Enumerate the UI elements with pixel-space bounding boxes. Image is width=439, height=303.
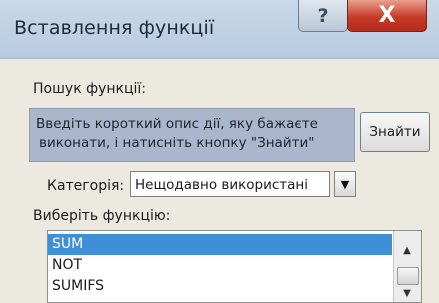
category-label: Категорія: [47,178,125,194]
choose-function-label: Виберіть функцію: [33,208,171,224]
function-item-not[interactable]: NOT [48,255,392,276]
scroll-down-arrow-icon[interactable]: ▼ [397,286,417,300]
function-item-sumifs[interactable]: SUMIFS [48,276,392,297]
search-input[interactable]: Введіть короткий опис дії, яку бажаєте в… [29,108,355,162]
category-select[interactable]: Нещодавно використані [130,171,330,197]
scroll-thumb[interactable] [397,267,419,285]
help-button[interactable]: ? [298,0,348,32]
find-button[interactable]: Знайти [360,112,430,152]
search-text-line-1: Введіть короткий опис дії, яку бажаєте [36,116,318,132]
function-list[interactable]: SUM NOT SUMIFS ▲ ▼ [47,230,422,303]
search-label: Пошук функції: [33,81,146,97]
help-icon: ? [317,4,329,27]
function-item-sum[interactable]: SUM [48,234,392,255]
close-icon: X [378,3,396,28]
search-input-text: Введіть короткий опис дії, яку бажаєте в… [36,115,352,153]
insert-function-dialog: Вставлення функції ? X Пошук функції: Вв… [0,0,439,303]
title-bar[interactable]: Вставлення функції ? X [0,0,439,59]
dropdown-arrow-icon: ▼ [340,177,350,191]
dialog-title: Вставлення функції [14,17,215,39]
search-text-line-2: виконати, і натисніть кнопку "Знайти" [39,135,315,151]
scroll-up-arrow-icon[interactable]: ▲ [397,241,417,259]
function-list-scrollbar[interactable]: ▲ ▼ [393,231,421,302]
close-button[interactable]: X [347,0,427,32]
category-dropdown-button[interactable]: ▼ [334,171,356,197]
